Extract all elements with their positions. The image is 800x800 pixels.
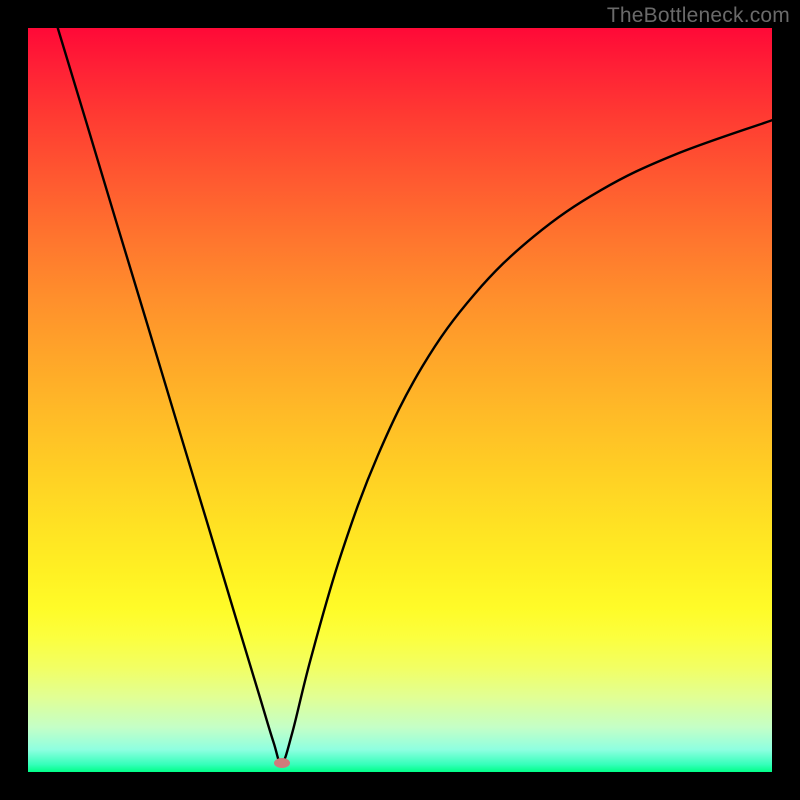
watermark-text: TheBottleneck.com <box>607 4 790 28</box>
min-point-marker <box>274 758 290 768</box>
plot-area <box>28 28 772 772</box>
curve-svg <box>28 28 772 772</box>
chart-frame: TheBottleneck.com <box>0 0 800 800</box>
bottleneck-curve <box>58 28 772 763</box>
